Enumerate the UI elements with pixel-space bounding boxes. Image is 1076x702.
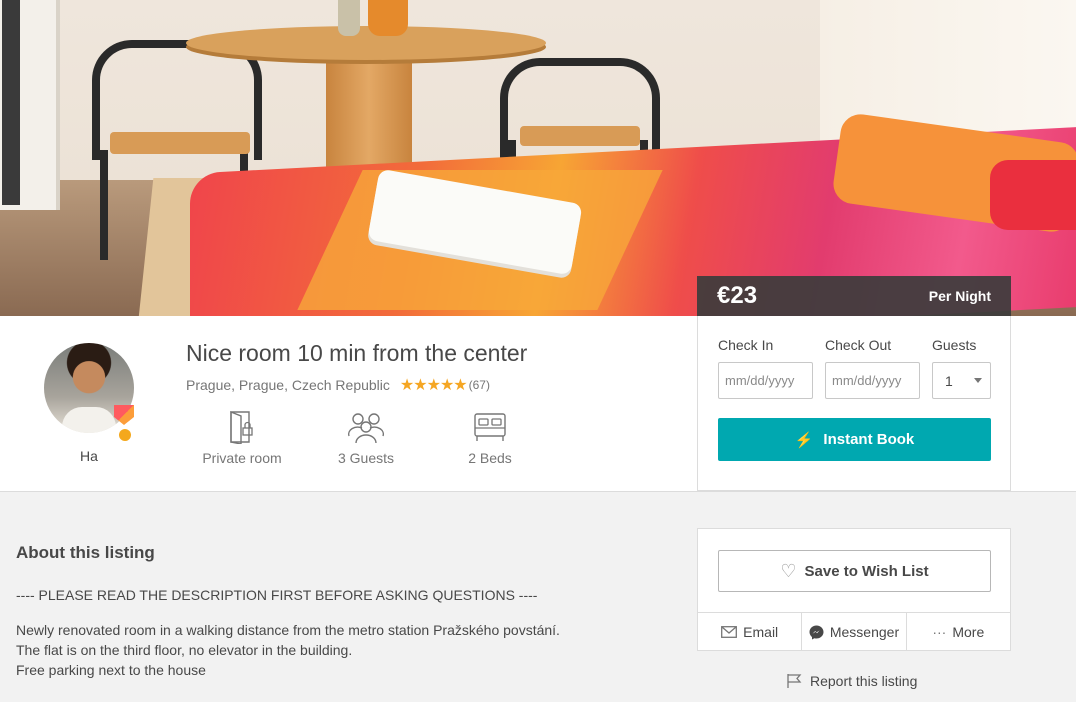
photo-wall-left: [0, 0, 60, 210]
listing-location: Prague, Prague, Czech Republic ★★★★★ (67…: [186, 375, 490, 395]
email-share-button[interactable]: Email: [698, 613, 803, 651]
price-banner: €23 Per Night: [697, 276, 1011, 316]
heart-icon: ♡: [780, 560, 797, 581]
check-in-label: Check In: [718, 337, 774, 353]
door-icon: [187, 410, 297, 444]
about-line: Newly renovated room in a walking distan…: [16, 622, 560, 638]
save-to-wish-list-button[interactable]: ♡ Save to Wish List: [718, 550, 991, 592]
share-row: Email Messenger ··· More: [698, 612, 1010, 651]
report-label: Report this listing: [810, 673, 918, 689]
about-line: The flat is on the third floor, no eleva…: [16, 642, 353, 658]
location-text[interactable]: Prague, Prague, Czech Republic: [186, 377, 390, 393]
check-out-label: Check Out: [825, 337, 892, 353]
share-card: ♡ Save to Wish List Email Messenger ··· …: [697, 528, 1011, 651]
review-count[interactable]: (67): [469, 378, 490, 392]
guests-icon: [311, 410, 421, 444]
feature-label: 2 Beds: [468, 450, 512, 466]
email-label: Email: [743, 624, 779, 640]
superhost-badge-icon: [114, 405, 134, 441]
caret-down-icon: [974, 378, 982, 383]
instant-book-label: Instant Book: [823, 431, 915, 448]
photo-table: [186, 26, 546, 60]
feature-beds: 2 Beds: [435, 410, 545, 466]
report-listing-link[interactable]: Report this listing: [786, 673, 917, 689]
lightning-icon: ⚡: [794, 431, 814, 449]
wish-list-label: Save to Wish List: [804, 562, 929, 580]
about-heading: About this listing: [16, 543, 155, 562]
booking-card: Check In Check Out Guests mm/dd/yyyy mm/…: [697, 316, 1011, 491]
feature-label: Private room: [202, 450, 282, 466]
bed-icon: [435, 410, 545, 444]
price-amount: €23: [717, 282, 758, 309]
more-label: More: [952, 624, 985, 640]
guests-select[interactable]: 1: [932, 362, 991, 399]
ellipsis-icon: ···: [932, 624, 947, 640]
photo-vase: [368, 0, 408, 36]
flag-icon: [786, 673, 802, 689]
feature-guests: 3 Guests: [311, 410, 421, 466]
feature-room-type: Private room: [187, 410, 297, 466]
envelope-icon: [721, 626, 738, 638]
messenger-share-button[interactable]: Messenger: [802, 613, 907, 651]
about-line: ---- PLEASE READ THE DESCRIPTION FIRST B…: [16, 587, 538, 603]
instant-book-button[interactable]: ⚡ Instant Book: [718, 418, 991, 461]
listing-photo[interactable]: [0, 0, 1076, 316]
messenger-icon: [809, 625, 824, 640]
rating-stars[interactable]: ★★★★★: [400, 375, 468, 395]
feature-label: 3 Guests: [337, 450, 395, 466]
about-line: Free parking next to the house: [16, 662, 206, 678]
messenger-label: Messenger: [829, 624, 900, 640]
check-out-input[interactable]: mm/dd/yyyy: [825, 362, 920, 399]
guests-value: 1: [945, 372, 953, 389]
listing-title: Nice room 10 min from the center: [186, 340, 528, 366]
guests-label: Guests: [932, 337, 977, 353]
more-share-button[interactable]: ··· More: [907, 613, 1010, 651]
check-in-input[interactable]: mm/dd/yyyy: [718, 362, 813, 399]
host-name[interactable]: Ha: [44, 448, 134, 464]
price-period: Per Night: [928, 288, 991, 304]
